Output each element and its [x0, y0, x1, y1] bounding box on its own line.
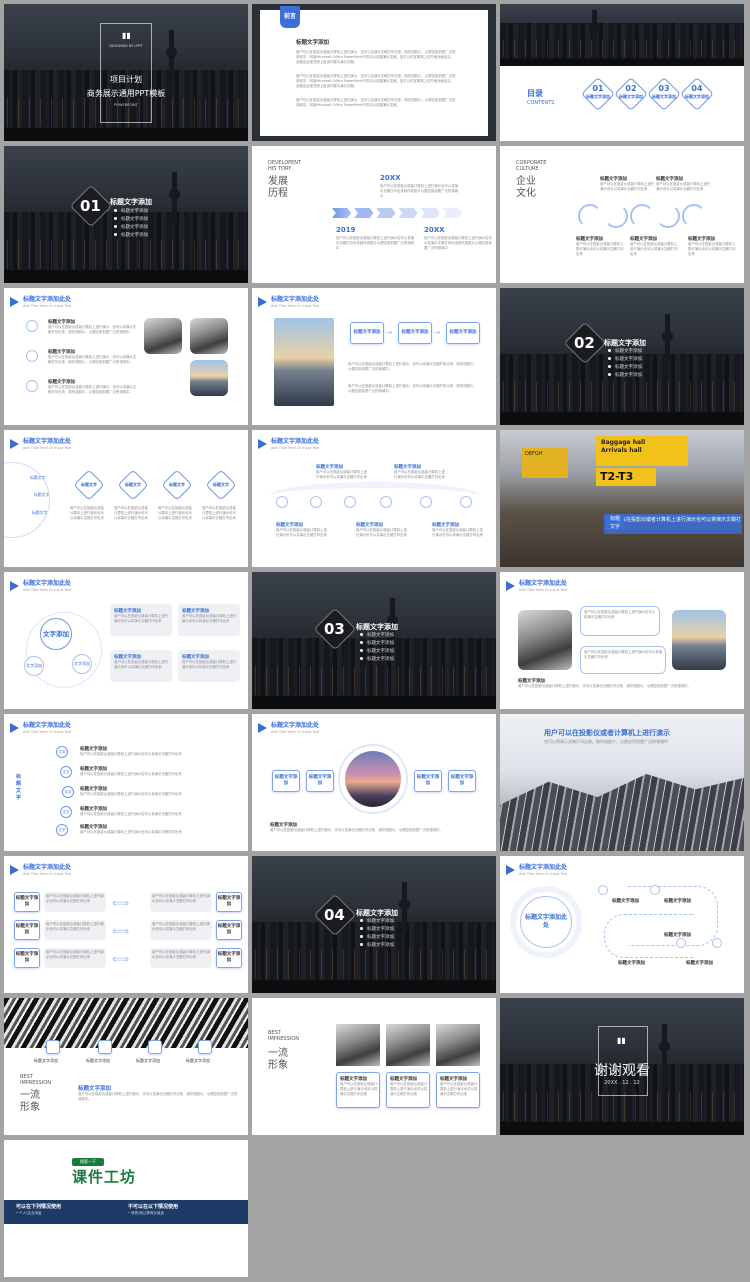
- section-number: 01: [80, 197, 101, 215]
- slide-section-01[interactable]: 01 标题文字添加 标题文字添加 标题文字添加 标题文字添加 标题文字添加: [4, 146, 248, 283]
- slide-zigzag[interactable]: 标题文字添加此处 Add Title Here Or Input Text 标题文…: [500, 856, 744, 993]
- culture-icon-ring: [578, 204, 602, 228]
- slide-center-photo[interactable]: 标题文字添加此处 Add Title Here Or Input Text 标题文…: [252, 714, 496, 851]
- contents-item[interactable]: 04 标题文字添加: [681, 84, 713, 101]
- wheel: [4, 462, 50, 538]
- slide-contents[interactable]: 目录 CONTENTS 01 标题文字添加 02 标题文字添加 03 标题文字添加 0…: [500, 4, 744, 141]
- slide-diamond-steps[interactable]: 标题文字添加此处 Add Title Here Or Input Text 标题文…: [4, 430, 248, 567]
- slide-section-03[interactable]: 03 标题文字添加 标题文字添加 标题文字添加 标题文字添加 标题文字添加: [252, 572, 496, 709]
- slide-culture[interactable]: CORPORATE CULTURE 企业 文化 标题文字添加 用户可以在投影仪或者计…: [500, 146, 744, 283]
- cover-title-line1: 项目计划: [110, 75, 142, 84]
- contents-title: 目录: [527, 89, 543, 98]
- list-icon: [26, 350, 38, 362]
- thanks-date: 20XX . 12 . 12: [604, 1080, 640, 1086]
- slide-overview: { "s1":{"logo_text":"DESIGNED BY LPPT","…: [0, 0, 750, 1282]
- year-label: 20XX: [380, 174, 401, 182]
- building-image: [500, 774, 744, 851]
- designer-credit: DESIGNED BY LPPT: [109, 44, 143, 48]
- preface-paragraph: 用户可以在投影仪或者计算机上进行演示，也可以将演示文稿打印出来，制作成胶片，以便…: [296, 74, 456, 88]
- preface-paragraph: 用户可以在投影仪或者计算机上进行演示，也可以将演示文稿打印出来，制作成胶片，以便…: [296, 50, 456, 64]
- section-item: 标题文字添加: [114, 216, 148, 224]
- arrow-icon: →: [434, 328, 441, 337]
- section-item: 标题文字添加: [114, 208, 148, 216]
- history-en-title: DEVELOPENT HIS TORY: [268, 160, 302, 172]
- contents-item[interactable]: 02 标题文字添加: [615, 84, 647, 101]
- search-tag: 搜索一下: [72, 1158, 104, 1166]
- center-circle: 文字添加: [40, 618, 72, 650]
- year-label: 2019: [336, 226, 356, 234]
- contents-subtitle: CONTENTS: [527, 100, 555, 106]
- airport-sign: Baggage hall Arrivals hall: [596, 436, 688, 466]
- photo: [274, 318, 334, 406]
- photo: [144, 318, 182, 354]
- slide-section-04[interactable]: 04 标题文字添加 标题文字添加 标题文字添加 标题文字添加 标题文字添加: [252, 856, 496, 993]
- preface-tab: 前言: [280, 6, 300, 28]
- preface-title: 标题文字添加: [296, 40, 330, 46]
- slide-building-photo[interactable]: 用户可以在投影仪或者计算机上进行演示 也可以将演示文稿打印出来，制作成胶片，以便…: [500, 714, 744, 851]
- cover-title-line2: 商务展示通用PPT模板: [86, 89, 166, 98]
- slide-wave-steps[interactable]: 标题文字添加此处 Add Title Here Or Input Text 标题文…: [252, 430, 496, 567]
- brand-logo: 课件工坊: [72, 1168, 137, 1186]
- slide-impression-2[interactable]: BEST IMPRESSION 一流 形象 标题文字添加 用户可以在投影仪或者计算机…: [252, 998, 496, 1135]
- photo: [190, 318, 228, 354]
- preface-paragraph: 用户可以在投影仪或者计算机上进行演示，也可以将演示文稿打印出来，制作成胶片，以便…: [296, 98, 456, 107]
- slide-preface[interactable]: 前言 标题文字添加 用户可以在投影仪或者计算机上进行演示，也可以将演示文稿打印出…: [252, 4, 496, 141]
- city-photo: [345, 751, 401, 807]
- photo: [190, 360, 228, 396]
- slide-process[interactable]: 标题文字添加此处 Add Title Here Or Input Text 标题文…: [252, 288, 496, 425]
- center-circle: 标题文字添加此处: [520, 896, 572, 948]
- slide-tree[interactable]: 标题文字添加此处 Add Title Here Or Input Text 标题文…: [4, 714, 248, 851]
- contents-item[interactable]: 03 标题文字添加: [648, 84, 680, 101]
- slide-title: 标题文字添加此处: [23, 296, 72, 303]
- airport-sign: T2-T3: [596, 468, 656, 486]
- section-item: 标题文字添加: [114, 224, 148, 232]
- section-number: 02: [574, 334, 595, 352]
- photo-headline: 用户可以在投影仪或者计算机上进行演示: [544, 729, 670, 737]
- arrow-icon: →: [386, 328, 393, 337]
- timeline-arrows: [332, 208, 463, 218]
- slide-brand-ad[interactable]: 搜索一下 课件工坊 可以在下列情况使用 • 个人/企业用途 不可以在以下情况使用…: [4, 1140, 248, 1277]
- year-label: 20XX: [424, 226, 445, 234]
- contents-item[interactable]: 01 标题文字添加: [582, 84, 614, 101]
- section-title: 标题文字添加: [110, 198, 152, 206]
- slide-photo-bubbles[interactable]: 标题文字添加此处 Add Title Here Or Input Text 用户可…: [500, 572, 744, 709]
- double-arrow-icon: ⟺: [112, 896, 130, 910]
- slide-airport-photo[interactable]: Baggage hall Arrivals hall T2-T3 DEFGH 用户…: [500, 430, 744, 567]
- section-number: 03: [324, 620, 345, 638]
- slide-impression-1[interactable]: 标题文字添加 标题文字添加 标题文字添加 标题文字添加 BEST IMPRESSI…: [4, 998, 248, 1135]
- section-number: 04: [324, 906, 345, 924]
- logo-icon: ▮▮: [122, 31, 131, 40]
- slide-compare[interactable]: 标题文字添加此处 Add Title Here Or Input Text 标题文…: [4, 856, 248, 993]
- list-icon: [26, 380, 38, 392]
- section-item: 标题文字添加: [114, 232, 148, 240]
- slide-cover[interactable]: ▮▮ DESIGNED BY LPPT 项目计划 商务展示通用PPT模板 POW…: [4, 4, 248, 141]
- cover-subtitle: POWERPOINT: [114, 103, 138, 107]
- list-icon: [26, 320, 38, 332]
- double-arrow-icon: ⟺: [112, 952, 130, 966]
- slide-circles[interactable]: 标题文字添加此处 Add Title Here Or Input Text 文字添…: [4, 572, 248, 709]
- slide-icon-list[interactable]: 标题文字添加此处 Add Title Here Or Input Text 标题文…: [4, 288, 248, 425]
- logo-icon: ▮▮: [617, 1036, 626, 1045]
- slide-section-02[interactable]: 02 标题文字添加 标题文字添加 标题文字添加 标题文字添加 标题文字添加: [500, 288, 744, 425]
- double-arrow-icon: ⟺: [112, 924, 130, 938]
- airport-sign: DEFGH: [522, 448, 568, 478]
- slide-thanks[interactable]: ▮▮ 谢谢观看 20XX . 12 . 12: [500, 998, 744, 1135]
- history-cn-title: 发展 历程: [268, 176, 288, 199]
- thanks-text: 谢谢观看: [594, 1063, 650, 1079]
- slide-history[interactable]: DEVELOPENT HIS TORY 发展 历程 20XX 用户可以在投影仪或者计…: [252, 146, 496, 283]
